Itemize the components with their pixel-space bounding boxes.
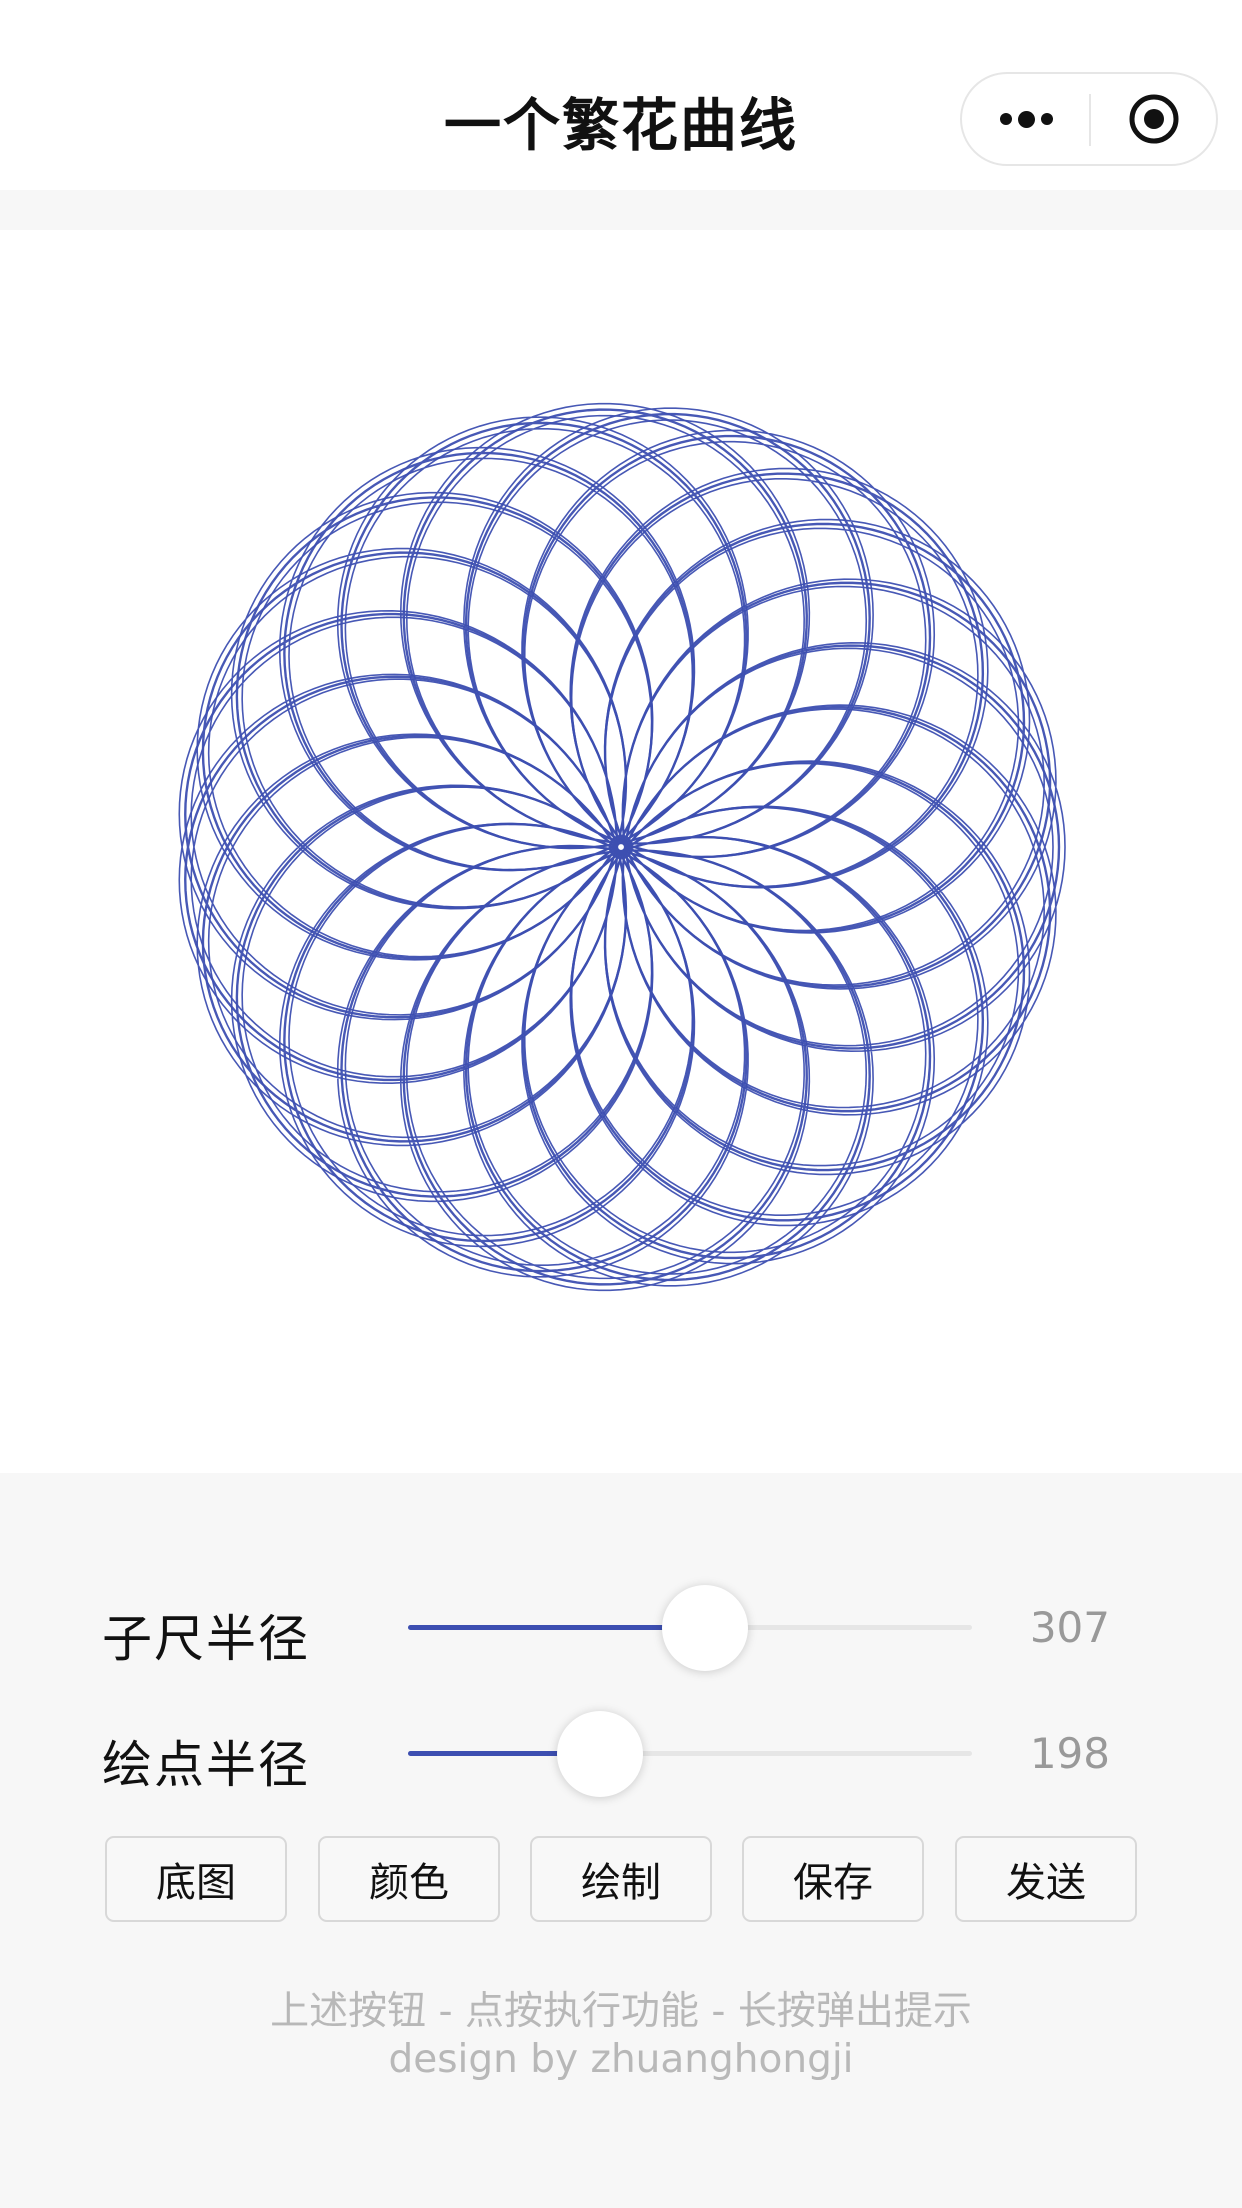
slider-value-point-radius: 198 <box>1029 1729 1110 1778</box>
mini-program-capsule <box>960 72 1218 166</box>
slider-fill <box>408 1625 705 1630</box>
send-button[interactable]: 发送 <box>955 1836 1137 1922</box>
save-button[interactable]: 保存 <box>742 1836 924 1922</box>
spirograph-stroke <box>184 408 1061 1286</box>
color-button[interactable]: 颜色 <box>318 1836 500 1922</box>
target-close-icon[interactable] <box>1091 74 1216 164</box>
slider-child-radius[interactable] <box>408 1585 972 1671</box>
slider-row-point-radius: 绘点半径 198 <box>0 1709 1242 1799</box>
action-buttons: 底图 颜色 绘制 保存 发送 <box>0 1836 1242 1924</box>
slider-label-point-radius: 绘点半径 <box>102 1736 310 1794</box>
base-image-button[interactable]: 底图 <box>105 1836 287 1922</box>
slider-thumb[interactable] <box>661 1585 748 1671</box>
control-panel: 子尺半径 307 绘点半径 198 底图 颜色 绘制 保存 发送 上述按钮 - … <box>0 1473 1242 2208</box>
credit-text: design by zhuanghongji <box>388 2037 854 2082</box>
spirograph-curve <box>178 402 1066 1292</box>
more-dots-icon[interactable] <box>962 74 1090 164</box>
draw-button[interactable]: 绘制 <box>530 1836 712 1922</box>
drawing-canvas[interactable] <box>0 230 1242 1473</box>
slider-label-child-radius: 子尺半径 <box>102 1610 310 1668</box>
hint-text: 上述按钮 - 点按执行功能 - 长按弹出提示 <box>270 1989 972 2034</box>
spirograph-stroke <box>190 414 1054 1280</box>
spirograph-stroke <box>178 402 1066 1292</box>
slider-row-child-radius: 子尺半径 307 <box>0 1583 1242 1673</box>
slider-point-radius[interactable] <box>408 1711 972 1797</box>
navigation-bar: 一个繁花曲线 <box>0 0 1242 190</box>
slider-thumb[interactable] <box>556 1711 643 1797</box>
slider-value-child-radius: 307 <box>1029 1603 1110 1652</box>
